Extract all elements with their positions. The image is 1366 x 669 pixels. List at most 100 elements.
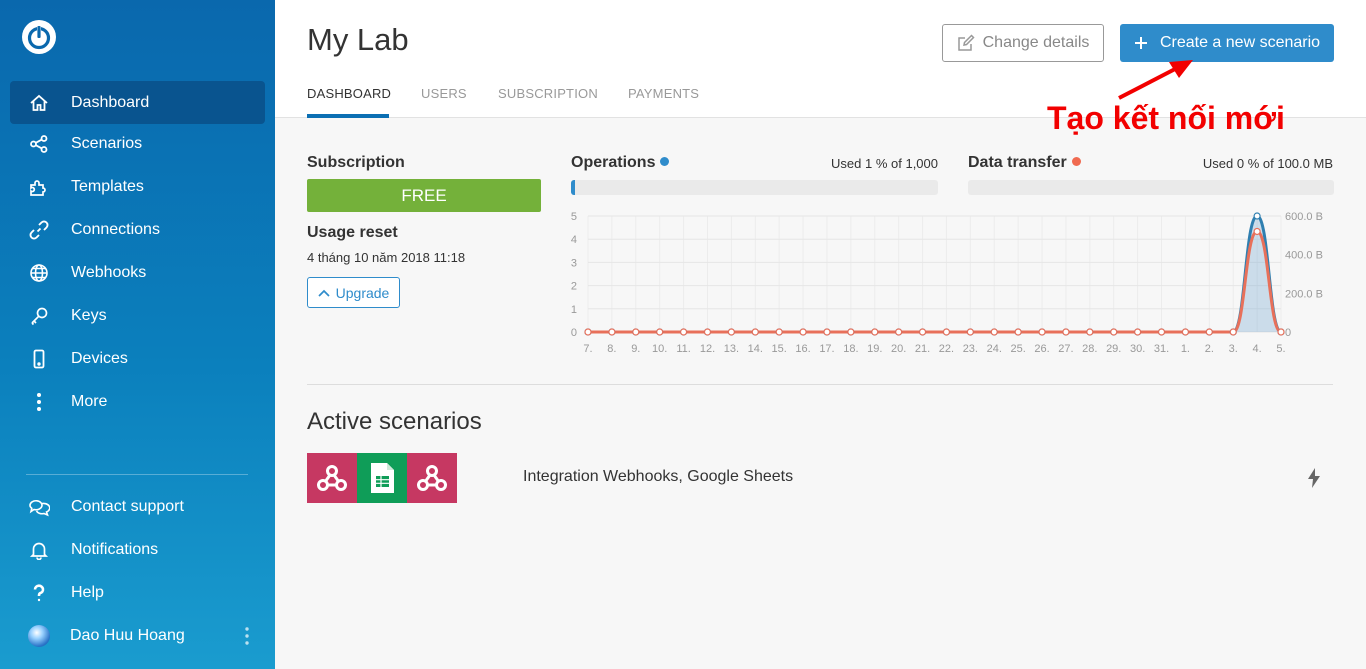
page-title: My Lab xyxy=(307,22,409,57)
upgrade-button[interactable]: Upgrade xyxy=(307,277,400,308)
tab-dashboard[interactable]: DASHBOARD xyxy=(307,86,391,101)
scenario-row[interactable]: Integration Webhooks, Google Sheets xyxy=(307,453,1333,503)
x-tick-label: 5. xyxy=(1276,343,1285,355)
x-tick-label: 4. xyxy=(1253,343,1262,355)
tab-subscription[interactable]: SUBSCRIPTION xyxy=(498,86,598,101)
data-point xyxy=(1014,328,1022,336)
x-tick-label: 17. xyxy=(819,343,834,355)
data-point xyxy=(918,328,927,336)
data-transfer-progress-bar xyxy=(968,180,1334,195)
sidebar-item-label: Scenarios xyxy=(71,135,143,152)
x-tick-label: 25. xyxy=(1010,343,1025,355)
x-tick-label: 29. xyxy=(1106,343,1121,355)
upgrade-label: Upgrade xyxy=(335,284,390,301)
x-tick-label: 3. xyxy=(1229,343,1238,355)
sidebar-item-notifications[interactable]: Notifications xyxy=(10,528,265,571)
x-tick-label: 31. xyxy=(1154,343,1169,355)
subscription-label: Subscription xyxy=(307,154,405,171)
sidebar-item-contact-support[interactable]: Contact support xyxy=(10,485,265,528)
sidebar-item-label: Devices xyxy=(71,350,128,367)
operations-used: Used 1 % of 1,000 xyxy=(831,156,938,171)
active-tab-indicator xyxy=(307,114,389,118)
puzzle-icon xyxy=(28,176,50,198)
share-icon xyxy=(28,133,50,155)
change-details-button[interactable]: Change details xyxy=(942,24,1104,62)
data-point xyxy=(632,328,640,336)
globe-icon xyxy=(28,262,50,284)
data-point xyxy=(942,328,951,336)
sidebar-item-label: Contact support xyxy=(71,498,184,515)
y-right-tick-label: 400.0 B xyxy=(1285,250,1323,262)
operations-progress-fill xyxy=(571,180,576,195)
sidebar-item-keys[interactable]: Keys xyxy=(10,294,265,337)
tab-payments[interactable]: PAYMENTS xyxy=(628,86,699,101)
data-point xyxy=(1110,328,1118,336)
y-left-tick-label: 3 xyxy=(571,257,577,269)
sidebar-user[interactable]: Dao Huu Hoang xyxy=(10,614,265,657)
x-tick-label: 15. xyxy=(772,343,787,355)
sidebar-item-webhooks[interactable]: Webhooks xyxy=(10,251,265,294)
sidebar-item-help[interactable]: Help xyxy=(10,571,265,614)
user-name: Dao Huu Hoang xyxy=(70,627,185,644)
scenario-name[interactable]: Integration Webhooks, Google Sheets xyxy=(523,468,793,486)
plus-icon xyxy=(1134,37,1147,49)
sidebar: Dashboard Scenarios Templates Connection… xyxy=(0,0,275,669)
data-point xyxy=(608,328,616,336)
tab-users[interactable]: USERS xyxy=(421,86,467,101)
sidebar-item-label: More xyxy=(71,393,108,410)
data-point xyxy=(1134,328,1142,336)
data-point xyxy=(703,328,712,336)
sidebar-item-connections[interactable]: Connections xyxy=(10,208,265,251)
series-line xyxy=(588,229,1282,334)
webhook-icon xyxy=(307,453,357,503)
annotation-text: Tạo kết nối mới xyxy=(1047,100,1285,136)
sidebar-item-dashboard[interactable]: Dashboard xyxy=(10,81,265,124)
y-left-tick-label: 0 xyxy=(571,327,577,339)
sidebar-item-label: Notifications xyxy=(71,541,159,558)
y-left-tick-label: 4 xyxy=(571,234,577,246)
lightning-icon[interactable] xyxy=(1307,468,1321,488)
y-left-tick-label: 1 xyxy=(571,304,577,316)
x-tick-label: 16. xyxy=(795,343,810,355)
sidebar-item-more[interactable]: More xyxy=(10,380,265,423)
more-dots-icon xyxy=(28,391,50,413)
sidebar-divider xyxy=(26,474,248,475)
annotation-arrow xyxy=(1118,60,1193,100)
x-tick-label: 23. xyxy=(963,343,978,355)
header: My Lab Change details Create a new scena… xyxy=(275,0,1366,136)
chevron-up-icon xyxy=(318,289,330,297)
power-icon[interactable] xyxy=(20,18,58,56)
sidebar-item-scenarios[interactable]: Scenarios xyxy=(10,122,265,165)
data-transfer-label: Data transfer xyxy=(968,154,1081,172)
x-tick-label: 28. xyxy=(1082,343,1097,355)
sidebar-item-label: Connections xyxy=(71,221,160,238)
data-point xyxy=(679,328,688,336)
webhook-icon xyxy=(407,453,457,503)
x-tick-label: 18. xyxy=(843,343,858,355)
create-scenario-label: Create a new scenario xyxy=(1159,34,1321,51)
data-point xyxy=(990,328,998,336)
data-transfer-legend-dot xyxy=(1071,157,1081,166)
x-tick-label: 2. xyxy=(1205,343,1214,355)
data-point xyxy=(656,328,664,336)
operations-label: Operations xyxy=(571,154,670,172)
x-tick-label: 30. xyxy=(1130,343,1145,355)
data-point xyxy=(1086,328,1094,336)
series-line xyxy=(588,214,1283,334)
x-tick-label: 14. xyxy=(748,343,763,355)
x-tick-label: 11. xyxy=(676,343,690,355)
y-right-tick-label: 600.0 B xyxy=(1285,211,1323,223)
bell-icon xyxy=(28,539,50,561)
data-point xyxy=(1253,212,1261,220)
x-tick-label: 24. xyxy=(987,343,1002,355)
sidebar-item-devices[interactable]: Devices xyxy=(10,337,265,380)
data-point xyxy=(799,328,807,336)
data-point xyxy=(1205,328,1213,336)
data-point xyxy=(1157,328,1166,336)
data-point xyxy=(871,328,879,336)
sidebar-item-label: Keys xyxy=(71,307,107,324)
sidebar-item-templates[interactable]: Templates xyxy=(10,165,265,208)
x-tick-label: 22. xyxy=(939,343,954,355)
sidebar-item-label: Templates xyxy=(71,178,144,195)
kebab-menu-icon[interactable] xyxy=(245,627,249,645)
